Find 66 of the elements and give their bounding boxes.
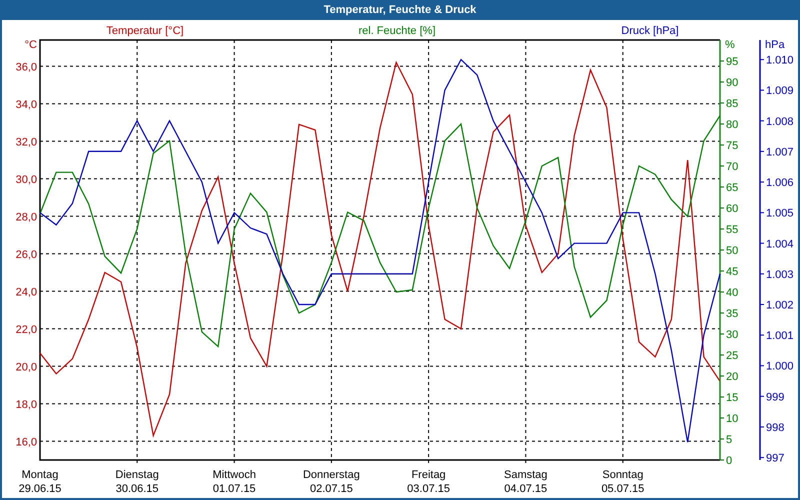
tick-label: 29.06.15	[18, 483, 62, 495]
tick-label: Freitag	[411, 469, 446, 481]
tick-label: 30	[726, 329, 738, 341]
tick-label: 22,0	[16, 324, 37, 336]
tick-label: 30.06.15	[116, 483, 159, 495]
tick-label: 1.009	[766, 85, 794, 98]
tick-label: 15	[726, 392, 738, 404]
axis-unit-label: %	[725, 39, 735, 51]
tick-label: 35	[726, 308, 738, 320]
tick-label: 1.007	[766, 146, 794, 158]
tick-label: 30,0	[16, 174, 37, 186]
tick-label: Mittwoch	[212, 469, 256, 481]
tick-label: 90	[726, 77, 738, 89]
axis-unit-label: °C	[24, 39, 37, 51]
tick-label: 1.003	[766, 268, 794, 281]
tick-label: 80	[726, 119, 738, 131]
tick-label: 5	[726, 434, 732, 446]
tick-label: 998	[766, 422, 784, 434]
tick-label: 1.002	[766, 300, 794, 312]
tick-label: Samstag	[504, 469, 548, 481]
tick-label: 95	[726, 56, 738, 68]
tick-label: 40	[726, 287, 738, 299]
tick-label: 1.008	[766, 116, 794, 128]
tick-label: 10	[726, 413, 738, 425]
tick-label: 28,0	[16, 211, 37, 224]
tick-label: Donnerstag	[303, 469, 360, 481]
tick-label: 75	[726, 140, 738, 152]
tick-label: 1.006	[766, 177, 794, 190]
tick-label: 65	[726, 182, 738, 194]
tick-label: 05.07.15	[601, 483, 644, 495]
tick-label: 32,0	[16, 136, 37, 148]
axis-unit-label: hPa	[765, 39, 785, 51]
tick-label: 34,0	[16, 98, 37, 111]
tick-label: 20	[726, 371, 738, 383]
tick-label: 1.001	[766, 330, 794, 342]
tick-label: 60	[726, 203, 738, 215]
tick-label: 1.010	[766, 54, 794, 67]
tick-label: 16,0	[16, 436, 37, 448]
tick-label: 03.07.15	[407, 483, 450, 495]
tick-label: Montag	[22, 469, 58, 481]
tick-label: 55	[726, 224, 738, 236]
tick-label: 1.005	[766, 208, 794, 220]
tick-label: 04.07.15	[504, 483, 548, 495]
tick-label: 85	[726, 98, 738, 110]
axis-title: Temperatur [°C]	[106, 25, 184, 37]
tick-label: 18,0	[16, 398, 37, 411]
tick-label: 24,0	[16, 286, 37, 298]
tick-label: 997	[766, 452, 784, 465]
tick-label: 0	[726, 455, 732, 467]
tick-label: 1.004	[766, 238, 794, 250]
tick-label: 25	[726, 350, 738, 362]
tick-label: 01.07.15	[212, 483, 256, 495]
tick-label: Dienstag	[115, 469, 159, 481]
tick-label: 50	[726, 245, 738, 257]
axis-title: Druck [hPa]	[621, 25, 679, 37]
tick-label: 45	[726, 266, 738, 278]
tick-label: Sonntag	[602, 469, 644, 481]
tick-label: 26,0	[16, 248, 37, 261]
tick-label: 36,0	[16, 61, 37, 74]
tick-label: 1.000	[766, 360, 794, 373]
tick-label: 70	[726, 161, 738, 173]
tick-label: 02.07.15	[310, 483, 353, 495]
axis-title: rel. Feuchte [%]	[358, 25, 436, 37]
tick-label: 20,0	[16, 361, 37, 374]
tick-label: 999	[766, 391, 784, 404]
window-title: Temperatur, Feuchte & Druck	[324, 2, 476, 18]
